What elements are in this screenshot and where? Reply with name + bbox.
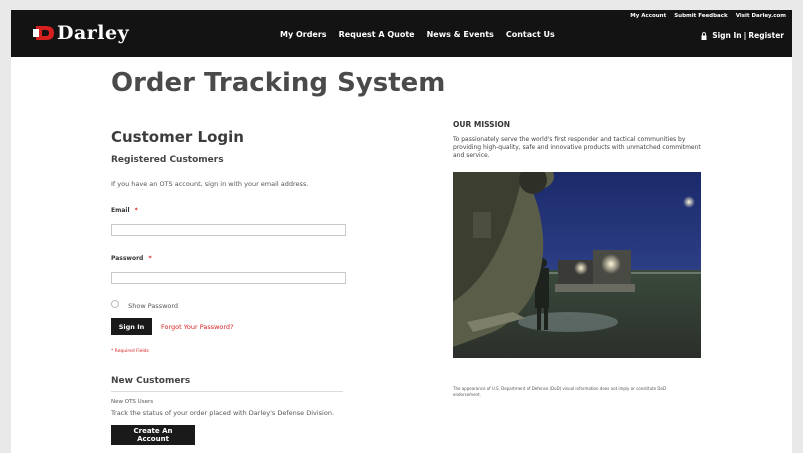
show-password-row: Show Password — [111, 293, 411, 312]
email-label-row: Email * — [111, 197, 411, 216]
site-header: Darley My Account Submit Feedback Visit … — [11, 10, 792, 57]
new-customers-heading: New Customers — [111, 376, 191, 386]
nav-news-events[interactable]: News & Events — [427, 30, 494, 39]
login-section: Customer Login Registered Customers If y… — [111, 128, 411, 445]
nav-contact-us[interactable]: Contact Us — [506, 30, 555, 39]
new-customers-text: Track the status of your order placed wi… — [111, 409, 335, 417]
forgot-password-link[interactable]: Forgot Your Password? — [161, 323, 234, 331]
sign-in-link[interactable]: Sign In — [712, 31, 741, 40]
mission-photo — [453, 172, 701, 358]
sign-in-button[interactable]: Sign In — [111, 318, 152, 335]
mission-title: OUR MISSION — [453, 120, 511, 129]
customer-login-heading: Customer Login — [111, 128, 244, 146]
logo-text: Darley — [57, 22, 130, 44]
browser-frame: Darley My Account Submit Feedback Visit … — [11, 10, 792, 453]
required-fields-note: * Required Fields — [111, 349, 149, 354]
account-nav: Sign In | Register — [701, 31, 784, 40]
mission-text: To passionately serve the world's first … — [453, 136, 701, 160]
lock-icon — [701, 31, 707, 40]
nav-my-orders[interactable]: My Orders — [280, 30, 327, 39]
submit-feedback-link[interactable]: Submit Feedback — [674, 13, 727, 19]
mission-section: OUR MISSION To passionately serve the wo… — [453, 120, 708, 397]
password-required-mark: * — [148, 255, 152, 262]
main-nav: My Orders Request A Quote News & Events … — [280, 30, 555, 39]
email-label: Email — [111, 207, 130, 214]
register-link[interactable]: Register — [748, 31, 784, 40]
visit-darley-link[interactable]: Visit Darley.com — [736, 13, 786, 19]
sign-in-row: Sign In Forgot Your Password? — [111, 318, 411, 335]
email-required-mark: * — [134, 207, 138, 214]
page-title: Order Tracking System — [111, 68, 446, 98]
login-intro-text: If you have an OTS account, sign in with… — [111, 180, 309, 188]
darley-logo-mark-icon — [33, 26, 54, 40]
utility-links: My Account Submit Feedback Visit Darley.… — [630, 13, 786, 19]
create-account-button[interactable]: Create An Account — [111, 425, 195, 445]
new-customers-divider — [111, 391, 343, 392]
registered-customers-heading: Registered Customers — [111, 155, 224, 165]
password-label-row: Password * — [111, 245, 411, 264]
dod-disclaimer: The appearance of U.S. Department of Def… — [453, 386, 667, 397]
password-input[interactable] — [111, 272, 346, 284]
new-ots-users-label: New OTS Users — [111, 399, 154, 405]
password-label: Password — [111, 255, 144, 262]
email-input[interactable] — [111, 224, 346, 236]
nav-request-quote[interactable]: Request A Quote — [339, 30, 415, 39]
show-password-checkbox[interactable] — [111, 299, 119, 308]
show-password-label[interactable]: Show Password — [128, 302, 178, 310]
darley-logo[interactable]: Darley — [33, 22, 129, 44]
my-account-link[interactable]: My Account — [630, 13, 666, 19]
nav-separator: | — [743, 31, 747, 40]
